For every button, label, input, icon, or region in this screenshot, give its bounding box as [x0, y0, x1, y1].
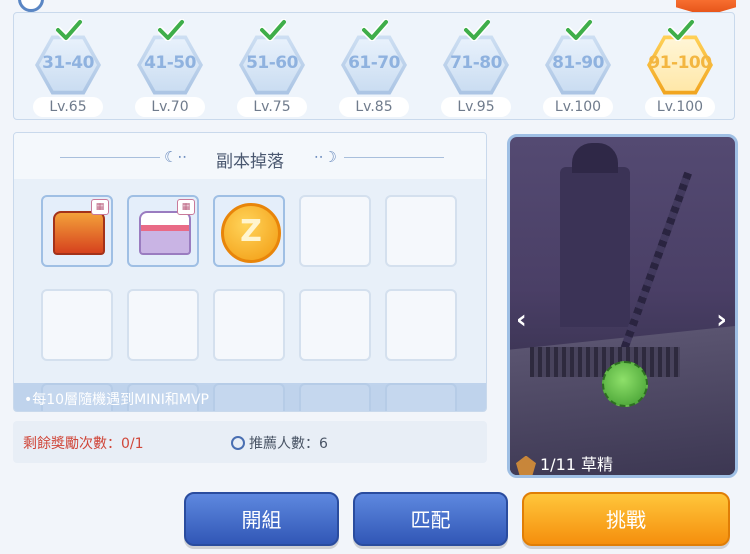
checkmark-icon — [260, 19, 286, 41]
drop-slot[interactable]: ▦ — [127, 195, 199, 267]
recommended-players: 推薦人數：6 — [231, 433, 328, 453]
drop-slot-empty — [385, 289, 457, 361]
floor-option[interactable]: 41-50 Lv.70 — [125, 19, 215, 119]
floor-option[interactable]: 71-80 Lv.95 — [431, 19, 521, 119]
floor-level: Lv.100 — [543, 97, 613, 117]
checkmark-icon — [56, 19, 82, 41]
floor-level: Lv.95 — [441, 97, 511, 117]
info-bar: 剩餘獎勵次數：0/1 推薦人數：6 — [13, 421, 487, 463]
drops-note: •每10層隨機遇到MINI和MVP — [24, 392, 209, 408]
drop-slot-empty — [127, 289, 199, 361]
checkmark-icon — [668, 19, 694, 41]
floor-range: 51-60 — [246, 53, 298, 73]
drop-slot[interactable]: ▦ — [41, 195, 113, 267]
checkmark-icon — [464, 19, 490, 41]
remaining-rewards: 剩餘獎勵次數：0/1 — [23, 436, 144, 452]
floor-option[interactable]: 51-60 Lv.75 — [227, 19, 317, 119]
challenge-button[interactable]: 挑戰 — [522, 492, 730, 546]
monster-model — [602, 361, 648, 407]
zeny-coin-icon: Z — [221, 203, 281, 263]
checkmark-icon — [362, 19, 388, 41]
drops-title: 副本掉落 — [216, 152, 284, 172]
purple-treasure-chest-icon — [139, 211, 191, 255]
floor-level: Lv.75 — [237, 97, 307, 117]
package-badge-icon: ▦ — [91, 199, 109, 215]
drops-header: ☾⋅⋅ 副本掉落 ⋅⋅☽ — [14, 133, 486, 179]
moon-decoration-icon: ⋅⋅☽ — [314, 148, 337, 166]
red-treasure-chest-icon — [53, 211, 105, 255]
dungeon-drops-panel: ☾⋅⋅ 副本掉落 ⋅⋅☽ ▦ ▦ Z •每10層隨機遇到MINI和MVP — [13, 132, 487, 412]
scene-tower — [560, 167, 630, 327]
checkmark-icon — [566, 19, 592, 41]
floor-option[interactable]: 61-70 Lv.85 — [329, 19, 419, 119]
floor-selector: 31-40 Lv.65 41-50 Lv.70 51-60 Lv.75 61-70 Lv.85… — [13, 12, 735, 120]
prev-arrow-icon[interactable]: ‹ — [516, 305, 527, 335]
drop-slot[interactable]: Z — [213, 195, 285, 267]
floor-range: 31-40 — [42, 53, 94, 73]
floor-range: 61-70 — [348, 53, 400, 73]
clock-icon — [231, 436, 245, 450]
floor-option[interactable]: 31-40 Lv.65 — [23, 19, 113, 119]
drops-note-bar: •每10層隨機遇到MINI和MVP — [14, 383, 486, 411]
floor-level: Lv.100 — [645, 97, 715, 117]
monster-caption: 1/11 草精 — [516, 453, 614, 475]
floor-level: Lv.85 — [339, 97, 409, 117]
checkmark-icon — [158, 19, 184, 41]
scene-tower-top — [572, 143, 618, 173]
top-left-icon[interactable] — [18, 0, 44, 12]
match-button[interactable]: 匹配 — [353, 492, 508, 546]
floor-option[interactable]: 81-90 Lv.100 — [533, 19, 623, 119]
monster-preview: ‹ › 1/11 草精 — [507, 134, 738, 478]
floor-range: 81-90 — [552, 53, 604, 73]
drop-slot-empty — [213, 289, 285, 361]
floor-option[interactable]: 91-100 Lv.100 — [635, 19, 725, 119]
drop-slot-empty — [299, 289, 371, 361]
drop-slot-empty — [299, 195, 371, 267]
floor-range: 91-100 — [648, 53, 712, 73]
floor-level: Lv.70 — [135, 97, 205, 117]
divider — [344, 157, 444, 158]
monster-caption-text: 1/11 草精 — [540, 455, 614, 474]
package-badge-icon: ▦ — [177, 199, 195, 215]
star-badge-icon — [516, 455, 536, 475]
next-arrow-icon[interactable]: › — [716, 305, 727, 335]
form-party-button[interactable]: 開組 — [184, 492, 339, 546]
floor-range: 41-50 — [144, 53, 196, 73]
floor-level: Lv.65 — [33, 97, 103, 117]
floor-range: 71-80 — [450, 53, 502, 73]
drop-slot-empty — [385, 195, 457, 267]
drop-slot-empty — [41, 289, 113, 361]
recommended-players-text: 推薦人數：6 — [249, 436, 328, 452]
